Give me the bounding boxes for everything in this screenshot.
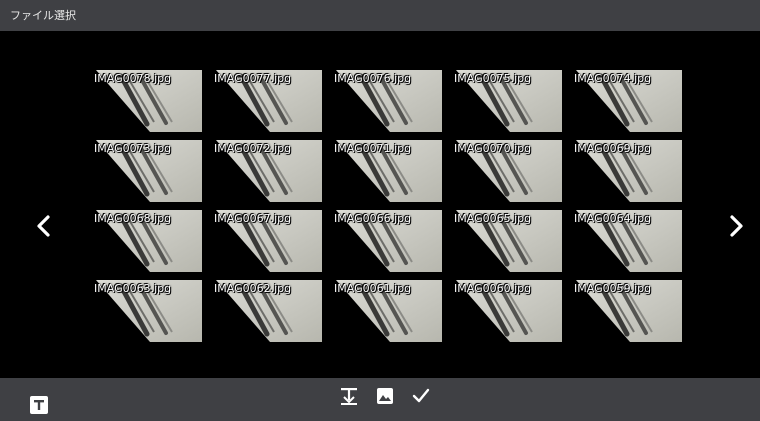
file-thumbnail[interactable]: IMAG0065.jpg [448,210,562,272]
text-format-icon [30,396,48,414]
file-name: IMAG0063.jpg [94,282,172,295]
image-icon [377,388,393,404]
file-thumbnail[interactable]: IMAG0075.jpg [448,70,562,132]
file-name: IMAG0071.jpg [334,142,412,155]
text-download-icon [341,388,357,405]
file-name: IMAG0069.jpg [574,142,652,155]
file-name: IMAG0078.jpg [94,72,172,85]
file-name: IMAG0077.jpg [214,72,292,85]
file-thumbnail[interactable]: IMAG0077.jpg [208,70,322,132]
title-bar: ファイル選択 [0,0,760,31]
file-thumbnail[interactable]: IMAG0063.jpg [88,280,202,342]
file-thumbnail[interactable]: IMAG0076.jpg [328,70,442,132]
file-name: IMAG0062.jpg [214,282,292,295]
file-thumbnail[interactable]: IMAG0060.jpg [448,280,562,342]
file-name: IMAG0060.jpg [454,282,532,295]
chevron-left-icon [37,215,50,237]
checkmark-icon [412,388,430,403]
file-name: IMAG0076.jpg [334,72,412,85]
file-thumbnail[interactable]: IMAG0072.jpg [208,140,322,202]
file-name: IMAG0072.jpg [214,142,292,155]
file-thumbnail[interactable]: IMAG0064.jpg [568,210,682,272]
file-thumbnail[interactable]: IMAG0078.jpg [88,70,202,132]
file-name: IMAG0059.jpg [574,282,652,295]
file-thumbnail[interactable]: IMAG0066.jpg [328,210,442,272]
file-thumbnail[interactable]: IMAG0068.jpg [88,210,202,272]
file-name: IMAG0070.jpg [454,142,532,155]
file-name: IMAG0067.jpg [214,212,292,225]
file-name: IMAG0066.jpg [334,212,412,225]
file-thumbnail[interactable]: IMAG0070.jpg [448,140,562,202]
image-button[interactable] [374,385,396,407]
file-thumbnail[interactable]: IMAG0067.jpg [208,210,322,272]
file-name: IMAG0065.jpg [454,212,532,225]
file-name: IMAG0068.jpg [94,212,172,225]
text-format-button[interactable] [28,394,50,416]
previous-page-button[interactable] [30,206,58,246]
text-download-button[interactable] [338,385,360,407]
confirm-button[interactable] [410,385,432,407]
file-name: IMAG0074.jpg [574,72,652,85]
bottom-toolbar [0,378,760,421]
file-thumbnail[interactable]: IMAG0059.jpg [568,280,682,342]
file-thumbnail[interactable]: IMAG0061.jpg [328,280,442,342]
next-page-button[interactable] [722,206,750,246]
file-thumbnail[interactable]: IMAG0062.jpg [208,280,322,342]
file-name: IMAG0075.jpg [454,72,532,85]
chevron-right-icon [730,215,743,237]
window-title: ファイル選択 [10,9,76,22]
file-thumbnail[interactable]: IMAG0074.jpg [568,70,682,132]
file-name: IMAG0073.jpg [94,142,172,155]
file-thumbnail[interactable]: IMAG0069.jpg [568,140,682,202]
file-thumbnail[interactable]: IMAG0071.jpg [328,140,442,202]
file-thumbnail[interactable]: IMAG0073.jpg [88,140,202,202]
file-name: IMAG0064.jpg [574,212,652,225]
file-name: IMAG0061.jpg [334,282,412,295]
